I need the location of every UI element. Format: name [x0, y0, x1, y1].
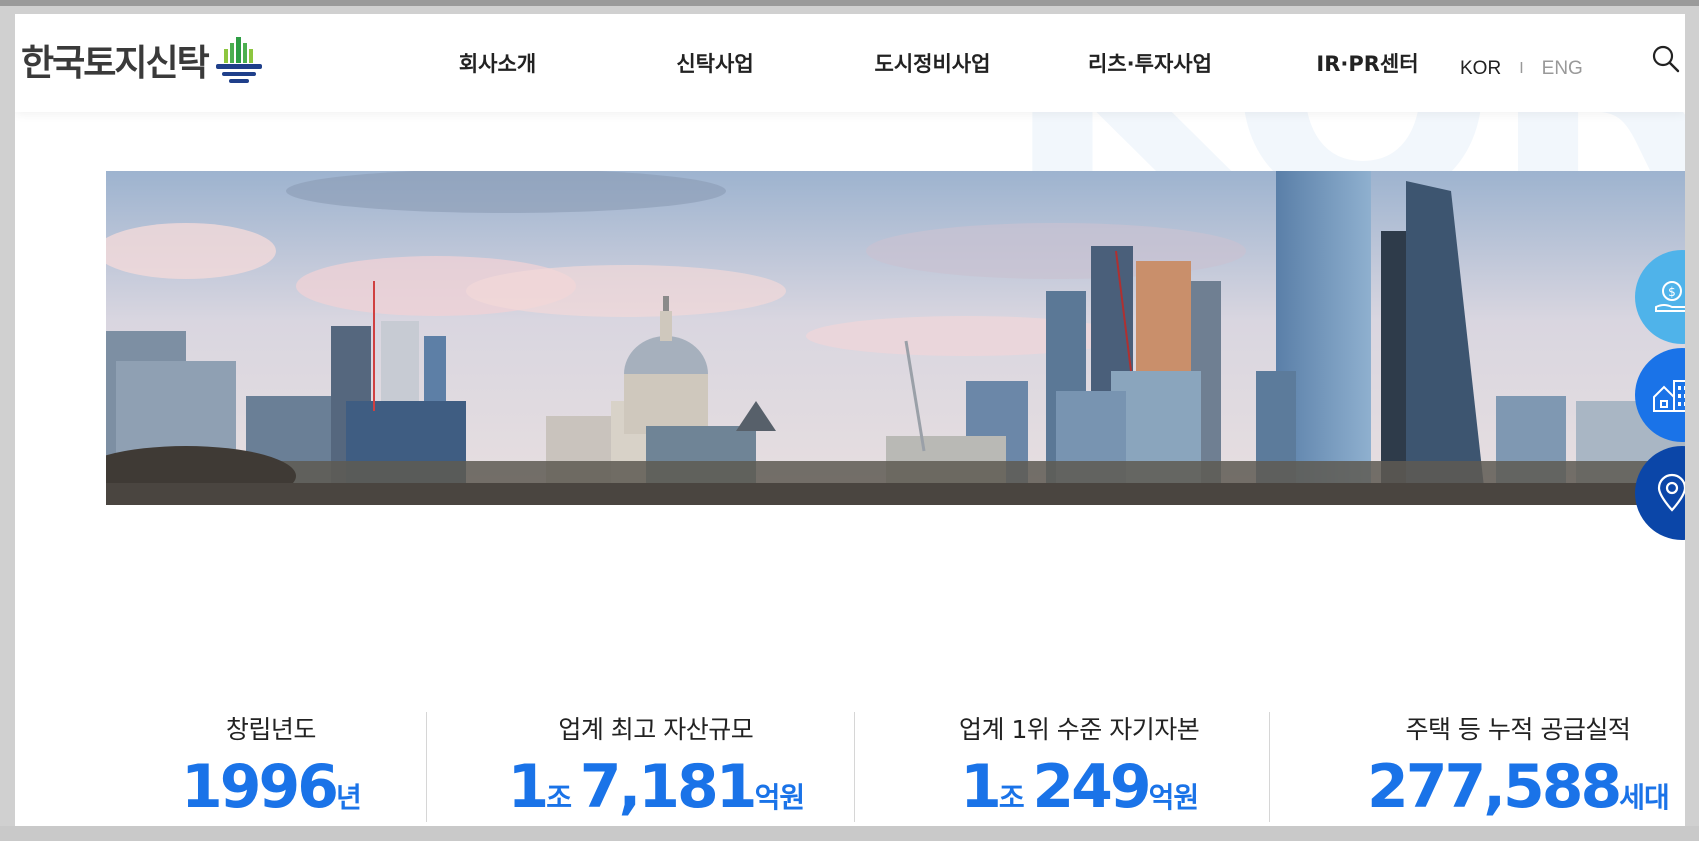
hero-banner-image	[106, 171, 1685, 505]
nav-trust-business[interactable]: 신탁사업	[580, 48, 850, 78]
stat-number: 1	[507, 752, 550, 822]
logo-mark-icon	[215, 37, 262, 83]
stat-item: 업계 1위 수준 자기자본1조 249억원(2022 연결 재무제표 기준)	[959, 710, 1200, 826]
browser-top-edge	[0, 0, 1699, 6]
stat-value: 1996년	[181, 752, 362, 822]
stat-label: 주택 등 누적 공급실적	[1405, 715, 1631, 744]
main-nav: 회사소개 신탁사업 도시정비사업 리츠·투자사업 IR·PR센터	[415, 14, 1450, 112]
search-icon	[1652, 45, 1680, 73]
logo-text: 한국토지신탁	[21, 43, 210, 84]
nav-urban-renewal[interactable]: 도시정비사업	[850, 48, 1015, 78]
location-pin-icon	[1657, 473, 1685, 512]
stat-unit: 세대	[1619, 781, 1670, 814]
nav-reits-investment[interactable]: 리츠·투자사업	[1015, 48, 1285, 78]
stat-item: 창립년도1996년(창립 기준)	[181, 710, 362, 826]
language-switcher: KOR I ENG	[1460, 58, 1583, 80]
page-viewport: KOR 한국토지신탁 회사소개 신탁사업 도시정비사업 리츠·투자사업 IR·P…	[15, 14, 1685, 826]
stat-value: 277,588세대	[1367, 752, 1670, 822]
site-header: 한국토지신탁 회사소개 신탁사업 도시정비사업 리츠·투자사업 IR·PR센터 …	[15, 14, 1685, 112]
stat-number: 1996	[181, 752, 339, 822]
lang-kor-link[interactable]: KOR	[1460, 58, 1501, 80]
lang-separator: I	[1519, 60, 1524, 77]
stat-number: 1	[960, 752, 1002, 822]
stat-label: 업계 최고 자산규모	[558, 715, 754, 744]
search-button[interactable]	[1651, 44, 1681, 74]
stat-unit: 년	[336, 781, 362, 814]
buildings-icon	[1653, 380, 1685, 412]
nav-company[interactable]: 회사소개	[415, 48, 580, 78]
nav-ir-pr-center[interactable]: IR·PR센터	[1285, 48, 1450, 78]
money-hand-icon: $	[1655, 281, 1685, 312]
stat-number: 249	[1032, 752, 1151, 822]
stat-unit: 조	[998, 781, 1033, 814]
stat-value: 1조 249억원	[959, 752, 1199, 822]
stat-number: 277,588	[1367, 752, 1622, 822]
stat-unit: 억원	[754, 781, 806, 814]
stat-label: 업계 1위 수준 자기자본	[959, 715, 1200, 744]
stat-value: 1조 7,181억원	[507, 752, 806, 822]
stat-item: 업계 최고 자산규모1조 7,181억원(2022 연결 재무제표 기준)	[507, 710, 806, 826]
stat-label: 창립년도	[225, 715, 317, 744]
stat-item: 주택 등 누적 공급실적277,588세대(2022 당사 내부자료 기준)	[1367, 710, 1670, 826]
stat-unit: 조	[546, 781, 580, 814]
svg-text:$: $	[1668, 285, 1676, 299]
stat-unit: 억원	[1148, 781, 1200, 814]
logo[interactable]: 한국토지신탁	[21, 32, 262, 88]
company-stats: 창립년도1996년(창립 기준)업계 최고 자산규모1조 7,181억원(202…	[101, 710, 1681, 826]
stat-number: 7,181	[579, 752, 758, 822]
lang-eng-link[interactable]: ENG	[1542, 58, 1583, 80]
browser-bottom-edge	[0, 826, 1699, 841]
